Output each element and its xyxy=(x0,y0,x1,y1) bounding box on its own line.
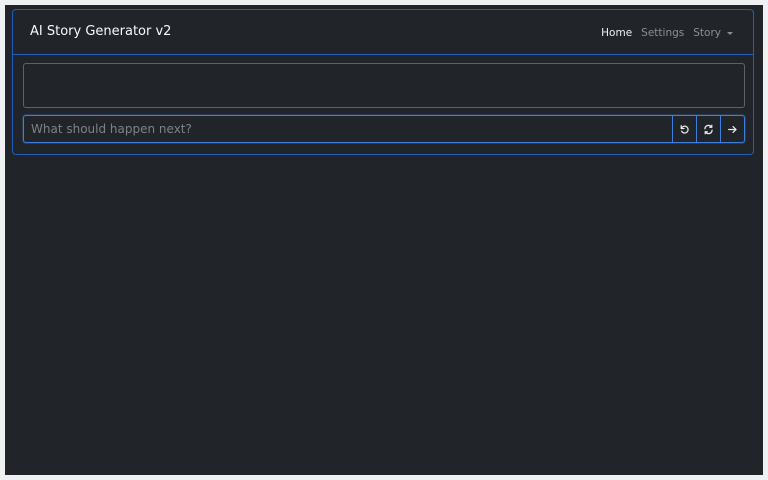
arrow-right-icon xyxy=(728,125,737,133)
nav-links: Home Settings Story xyxy=(601,27,733,39)
app-window: AI Story Generator v2 Home Settings Stor… xyxy=(5,5,763,475)
caret-down-icon xyxy=(727,31,733,35)
nav-settings-link[interactable]: Settings xyxy=(641,27,684,39)
nav-home-link[interactable]: Home xyxy=(601,27,632,39)
nav-story-dropdown[interactable]: Story xyxy=(693,27,733,39)
submit-button[interactable] xyxy=(720,116,744,142)
nav-story-label: Story xyxy=(693,27,721,39)
undo-icon xyxy=(680,124,689,134)
prompt-input-group xyxy=(23,115,745,143)
regenerate-button[interactable] xyxy=(696,116,720,142)
undo-button[interactable] xyxy=(672,116,696,142)
story-output xyxy=(23,63,745,108)
prompt-input[interactable] xyxy=(24,116,672,142)
navbar: AI Story Generator v2 Home Settings Stor… xyxy=(13,10,753,55)
story-card: AI Story Generator v2 Home Settings Stor… xyxy=(12,9,754,155)
navbar-brand[interactable]: AI Story Generator v2 xyxy=(30,24,171,39)
refresh-icon xyxy=(704,124,713,134)
